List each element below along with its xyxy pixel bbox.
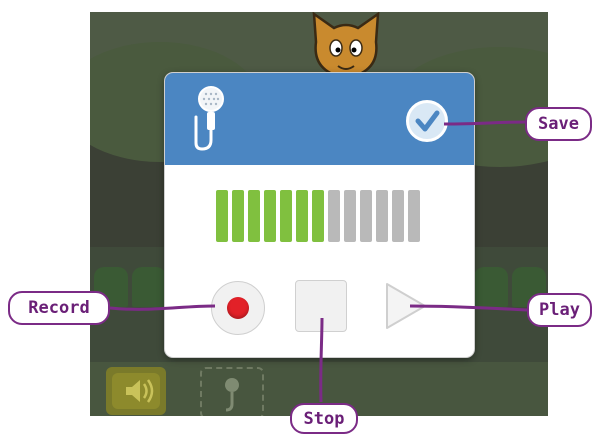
sound-block-icon [106, 367, 166, 415]
sound-level-meter [216, 190, 420, 242]
save-callout: Save [525, 107, 592, 141]
level-bar-active [296, 190, 308, 242]
level-bar-inactive [376, 190, 388, 242]
level-bar-active [248, 190, 260, 242]
level-bar-active [280, 190, 292, 242]
checkmark-icon [415, 110, 440, 132]
stop-callout: Stop [290, 403, 358, 434]
dialog-header [165, 73, 474, 165]
level-bar-active [264, 190, 276, 242]
level-bar-active [216, 190, 228, 242]
level-bar-inactive [360, 190, 372, 242]
level-bar-active [232, 190, 244, 242]
record-sound-dialog [165, 73, 474, 357]
level-bar-inactive [392, 190, 404, 242]
scratch-cat-sprite [312, 12, 380, 80]
play-icon [386, 283, 426, 329]
level-bar-inactive [408, 190, 420, 242]
record-sound-tile-icon [200, 367, 264, 416]
record-icon [227, 297, 249, 319]
record-button[interactable] [211, 281, 265, 335]
microphone-icon [194, 86, 224, 151]
play-callout: Play [527, 293, 592, 327]
level-bar-active [312, 190, 324, 242]
level-bar-inactive [344, 190, 356, 242]
play-button[interactable] [383, 280, 429, 332]
level-bar-inactive [328, 190, 340, 242]
save-button[interactable] [406, 100, 448, 142]
stop-button[interactable] [295, 280, 347, 332]
record-callout: Record [8, 291, 110, 325]
